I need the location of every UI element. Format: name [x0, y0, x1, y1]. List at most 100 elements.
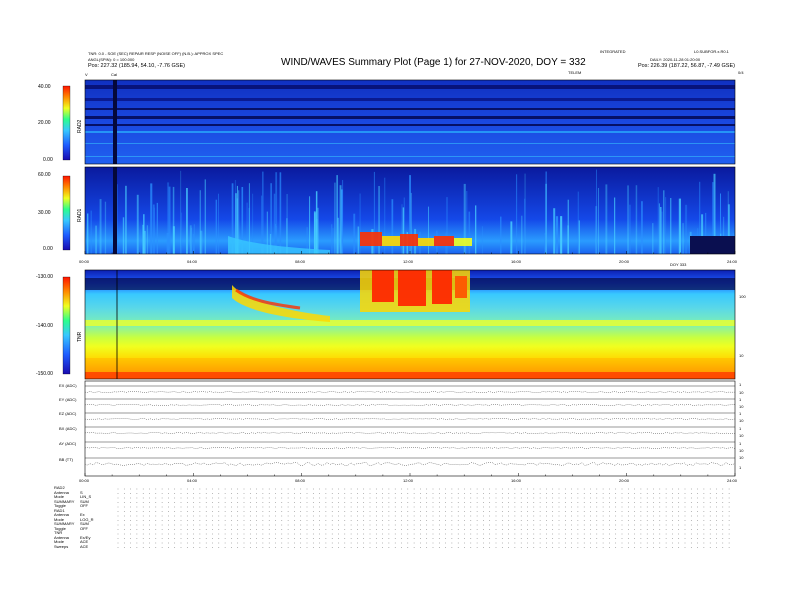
footer-dot — [186, 538, 188, 539]
footer-dot — [281, 488, 283, 490]
footer-dot — [470, 533, 472, 535]
footer-dot — [653, 506, 654, 508]
footer-dot — [728, 524, 730, 526]
footer-dot — [596, 488, 598, 490]
footer-dot — [483, 520, 484, 521]
footer-dot — [193, 515, 194, 517]
footer-dot — [621, 529, 623, 530]
footer-dot — [256, 542, 257, 544]
footer-dot — [476, 506, 478, 508]
footer-dot — [130, 502, 131, 503]
footer-dot — [596, 542, 598, 544]
footer-dot — [212, 538, 213, 539]
footer-dot — [212, 493, 213, 494]
footer-dot — [319, 497, 320, 499]
x-tick-label-bottom: 24:00 — [727, 478, 738, 483]
footer-dot — [401, 520, 402, 521]
footer-dot — [508, 493, 509, 494]
footer-dot — [728, 529, 730, 530]
footer-dot — [527, 497, 528, 499]
footer-dot — [646, 529, 648, 530]
footer-dot — [205, 542, 207, 544]
footer-dot — [495, 506, 497, 508]
footer-dot — [577, 511, 579, 512]
footer-dot — [224, 502, 226, 503]
footer-dot — [483, 524, 484, 526]
footer-dot — [199, 497, 201, 499]
footer-dot — [331, 547, 333, 548]
footer-dot — [684, 547, 686, 548]
footer-dot — [571, 502, 572, 503]
footer-dot — [697, 529, 698, 530]
footer-dot — [149, 542, 150, 544]
footer-dot — [451, 520, 453, 521]
footer-dot — [722, 502, 724, 503]
footer-dot — [281, 497, 283, 499]
footer-dot — [653, 542, 654, 544]
footer-dot — [369, 547, 371, 548]
footer-dot — [539, 497, 541, 499]
footer-dot — [174, 515, 176, 517]
footer-dot — [457, 497, 459, 499]
footer-dot — [621, 488, 623, 490]
footer-dot — [350, 524, 352, 526]
footer-dot — [533, 524, 535, 526]
footer-dot — [609, 515, 610, 517]
footer-dot — [130, 488, 131, 490]
footer-dot — [501, 533, 503, 535]
footer-dot — [646, 533, 648, 535]
footer-dot — [394, 547, 396, 548]
footer-dot — [180, 547, 182, 548]
footer-dot — [413, 511, 415, 512]
footer-dot — [470, 515, 472, 517]
footer-dot — [249, 502, 251, 503]
footer-dot — [514, 488, 516, 490]
footer-dot — [709, 493, 711, 494]
footer-dot — [312, 542, 314, 544]
footer-dot — [546, 520, 547, 521]
rad1-streak — [629, 204, 631, 254]
footer-dot — [539, 506, 541, 508]
footer-dot — [483, 538, 484, 539]
rad1-streak — [334, 182, 336, 254]
footer-dot — [457, 515, 459, 517]
footer-dot — [256, 506, 257, 508]
footer-dot — [231, 538, 232, 539]
tnr-burst-red — [372, 270, 394, 302]
footer-dot — [180, 502, 182, 503]
footer-dot — [161, 524, 163, 526]
footer-dot — [552, 488, 554, 490]
footer-dot — [596, 515, 598, 517]
footer-dot — [678, 533, 680, 535]
footer-dot — [388, 497, 390, 499]
footer-dot — [199, 515, 201, 517]
footer-dot — [117, 547, 119, 548]
footer-dot — [653, 533, 654, 535]
footer-dot — [640, 506, 642, 508]
footer-dot — [155, 511, 157, 512]
footer-dot — [577, 520, 579, 521]
footer-dot — [501, 488, 503, 490]
footer-dot — [577, 538, 579, 539]
footer-dot — [168, 506, 169, 508]
footer-dot — [319, 506, 320, 508]
footer-dot — [672, 529, 673, 530]
footer-dot — [520, 515, 522, 517]
footer-dot — [722, 511, 724, 512]
footer-dot — [155, 497, 157, 499]
footer-dot — [268, 533, 270, 535]
footer-dot — [401, 515, 402, 517]
footer-dot — [476, 533, 478, 535]
footer-dot — [703, 547, 705, 548]
footer-dot — [445, 493, 446, 494]
footer-dot — [690, 506, 692, 508]
footer-dot — [646, 524, 648, 526]
footer-dot — [382, 529, 383, 530]
footer-dot — [363, 502, 365, 503]
footer-dot — [659, 547, 661, 548]
footer-dot — [413, 529, 415, 530]
footer-dot — [312, 538, 314, 539]
rad1-streak — [657, 187, 659, 254]
footer-dot — [205, 529, 207, 530]
x-tick-label-bottom: 16:00 — [511, 478, 522, 483]
